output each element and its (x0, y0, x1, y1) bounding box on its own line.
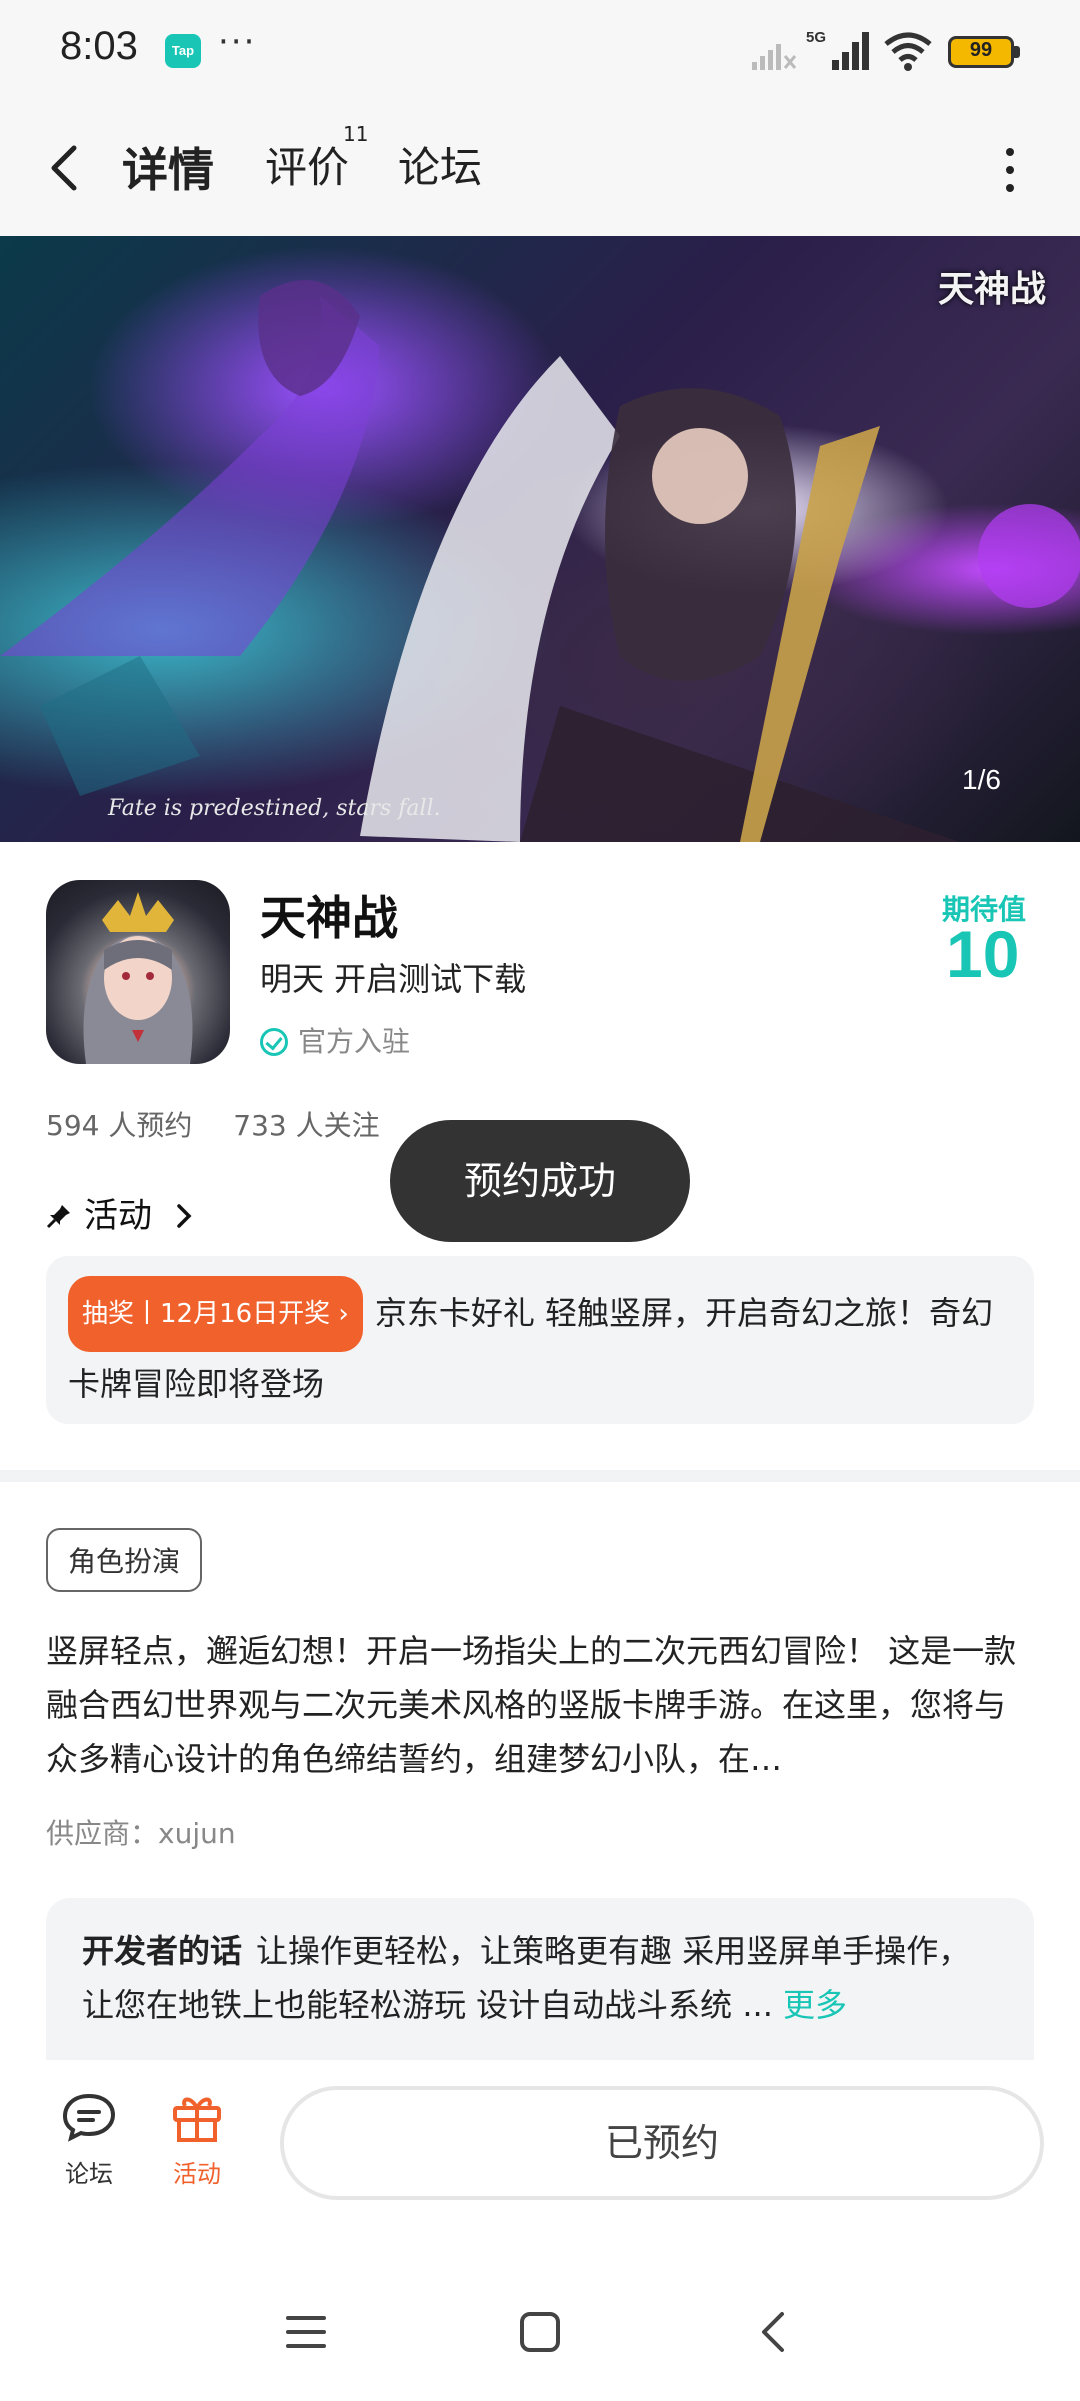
game-release-info: 明天 开启测试下载 (260, 960, 527, 998)
banner-carousel[interactable]: 天神战 Fate is predestined, stars fall. 1/6 (0, 236, 1080, 842)
verified-check-icon (260, 1028, 288, 1056)
top-nav: 详情 评价 11 论坛 (0, 100, 1080, 236)
pin-icon (46, 1205, 70, 1229)
tab-forum[interactable]: 论坛 (398, 134, 482, 195)
system-nav-bar (0, 2260, 1080, 2401)
home-icon[interactable] (518, 2310, 562, 2354)
tap-app-icon: Tap (165, 34, 201, 68)
bottom-action-bar: 论坛 活动 已预约 (0, 2060, 1080, 2260)
official-badge: 官方入驻 (260, 1020, 411, 1058)
forum-button-label: 论坛 (65, 2160, 113, 2188)
reservation-count: 594 人预约 (46, 1109, 193, 1142)
menu-icon[interactable] (284, 2312, 328, 2352)
battery-level: 99 (969, 39, 993, 61)
more-notifications-icon: ··· (218, 22, 257, 62)
svg-text:5G: 5G (806, 29, 826, 46)
tab-detail-label: 详情 (122, 143, 214, 197)
banner-page-counter: 1/6 (962, 764, 1001, 795)
signal-5g-icon: 5G (806, 29, 869, 70)
banner-artwork (0, 280, 1080, 842)
banner-game-logo: 天神战 (937, 268, 1046, 310)
official-label: 官方入驻 (298, 1025, 411, 1058)
tab-review[interactable]: 评价 11 (265, 122, 368, 195)
game-title: 天神战 (260, 891, 398, 945)
lottery-tag-label: 抽奖丨12月16日开奖 (82, 1299, 331, 1329)
tab-forum-label: 论坛 (398, 143, 483, 192)
forum-button[interactable]: 论坛 (56, 2090, 122, 2189)
expectation-score: 10 (946, 917, 1020, 991)
wifi-icon (884, 32, 932, 71)
tab-detail[interactable]: 详情 (118, 134, 214, 200)
success-toast: 预约成功 (390, 1120, 690, 1242)
reserved-button[interactable]: 已预约 (280, 2086, 1044, 2200)
back-icon[interactable] (756, 2310, 792, 2354)
tab-review-label: 评价 (265, 143, 350, 192)
battery-icon: 99 (948, 36, 1022, 68)
game-description[interactable]: 竖屏轻点，邂逅幻想！开启一场指尖上的二次元西幻冒险！ 这是一款融合西幻世界观与二… (46, 1624, 1034, 1786)
status-bar: 8:03 Tap ··· 5G 99 (0, 0, 1080, 100)
gift-icon (173, 2097, 221, 2142)
activity-section-link[interactable]: 活动 (46, 1188, 195, 1237)
more-link[interactable]: 更多 (783, 1986, 847, 2024)
game-stats: 594 人预约 733 人关注 (46, 1104, 412, 1144)
developer-notes-title: 开发者的话 (82, 1932, 243, 1970)
forum-chat-icon (62, 2093, 116, 2142)
follow-count: 733 人关注 (233, 1109, 380, 1142)
supplier-info: 供应商：xujun (46, 1817, 236, 1850)
section-divider (0, 1470, 1080, 1482)
genre-tag[interactable]: 角色扮演 (46, 1528, 203, 1592)
activity-card[interactable]: 抽奖丨12月16日开奖 › 京东卡好礼 轻触竖屏，开启奇幻之旅！奇幻卡牌冒险即将登… (46, 1256, 1034, 1424)
status-time: 8:03 (60, 24, 138, 68)
activity-section-label: 活动 (84, 1196, 152, 1236)
lottery-tag: 抽奖丨12月16日开奖 › (68, 1276, 363, 1352)
banner-tagline: Fate is predestined, stars fall. (108, 796, 441, 821)
back-arrow-icon[interactable] (40, 138, 90, 198)
signal-off-icon (752, 44, 797, 70)
game-app-icon[interactable] (46, 880, 230, 1064)
more-options-icon[interactable] (1000, 148, 1020, 192)
review-count-badge: 11 (343, 122, 369, 146)
chevron-right-icon (177, 1204, 192, 1228)
activity-button[interactable]: 活动 (164, 2090, 230, 2189)
activity-button-label: 活动 (173, 2160, 221, 2188)
